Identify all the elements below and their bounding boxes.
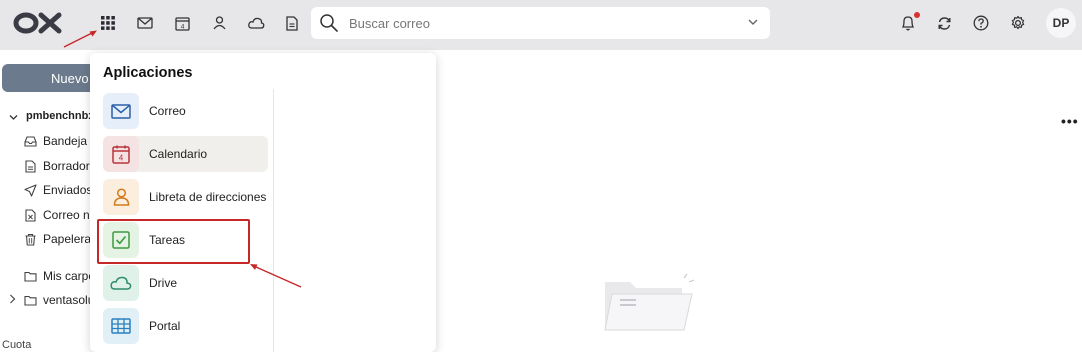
search-bar[interactable]	[311, 7, 770, 39]
folder-ventas[interactable]: ventasolu	[24, 291, 94, 309]
folder-label: Correo no	[43, 208, 97, 222]
app-label: Calendario	[149, 147, 208, 161]
contact-icon	[103, 179, 139, 215]
app-item-calendario[interactable]: 4 Calendario	[103, 136, 268, 172]
app-item-correo[interactable]: Correo	[103, 93, 268, 129]
spam-icon	[25, 208, 36, 222]
empty-folder-illustration	[604, 273, 695, 331]
apps-panel: Aplicaciones Correo 4 Calendario Libreta…	[90, 53, 436, 352]
gear-icon[interactable]	[1008, 13, 1028, 33]
document-icon[interactable]	[282, 13, 302, 33]
inbox-icon	[24, 135, 37, 147]
grid-icon	[103, 308, 139, 344]
send-icon	[24, 183, 37, 197]
folder-spam[interactable]: Correo no	[24, 206, 96, 224]
folder-inbox[interactable]: Bandeja d	[24, 132, 97, 150]
folder-icon	[24, 271, 37, 282]
refresh-icon[interactable]	[934, 13, 954, 33]
draft-icon	[25, 159, 36, 173]
chevron-down-icon[interactable]	[746, 15, 760, 29]
folder-drafts[interactable]: Borradore	[24, 157, 96, 175]
folder-label: Enviados	[43, 183, 93, 197]
folder-trash[interactable]: Papelera	[24, 230, 91, 248]
help-icon[interactable]	[971, 13, 991, 33]
my-folders[interactable]: Mis carpe	[24, 267, 95, 285]
calendar-day: 4	[180, 23, 184, 30]
app-item-libreta[interactable]: Libreta de direcciones	[103, 179, 268, 215]
quota-label: Cuota	[2, 339, 32, 351]
app-item-portal[interactable]: Portal	[103, 308, 268, 344]
folder-icon	[24, 295, 37, 306]
mail-icon	[103, 93, 139, 129]
new-mail-button[interactable]: Nuevo c	[2, 64, 98, 92]
folder-label: Mis carpe	[43, 269, 96, 283]
chevron-right-icon[interactable]	[9, 294, 16, 304]
app-label: Drive	[149, 276, 178, 290]
calendar-badge: 4	[119, 153, 124, 162]
notification-dot	[914, 12, 920, 18]
chevron-down-icon[interactable]	[9, 113, 18, 122]
more-options-icon[interactable]: •••	[1061, 113, 1079, 129]
cloud-icon[interactable]	[246, 13, 266, 33]
contacts-icon[interactable]	[209, 13, 229, 33]
folder-label: Bandeja d	[43, 134, 98, 148]
apps-divider	[273, 89, 274, 352]
app-label: Portal	[149, 319, 181, 333]
folder-label: Papelera	[43, 232, 92, 246]
apps-title: Aplicaciones	[103, 65, 193, 81]
folder-sent[interactable]: Enviados	[24, 181, 92, 199]
search-icon	[320, 14, 338, 32]
cloud-icon	[103, 265, 139, 301]
apps-grid-icon[interactable]	[98, 13, 118, 33]
trash-icon	[25, 233, 36, 246]
app-label: Correo	[149, 104, 186, 118]
mail-icon[interactable]	[135, 13, 155, 33]
calendar-icon: 4	[103, 136, 139, 172]
ox-logo[interactable]	[13, 12, 65, 34]
app-label: Libreta de direcciones	[149, 190, 267, 204]
app-item-drive[interactable]: Drive	[103, 265, 268, 301]
folder-label: ventasolu	[43, 293, 95, 307]
search-input[interactable]	[349, 12, 729, 34]
top-bar: 4 DP	[0, 0, 1082, 50]
annotation-highlight-box	[97, 219, 250, 264]
calendar-icon[interactable]: 4	[172, 13, 192, 33]
folder-label: Borradore	[43, 159, 97, 173]
user-avatar[interactable]: DP	[1046, 8, 1076, 38]
